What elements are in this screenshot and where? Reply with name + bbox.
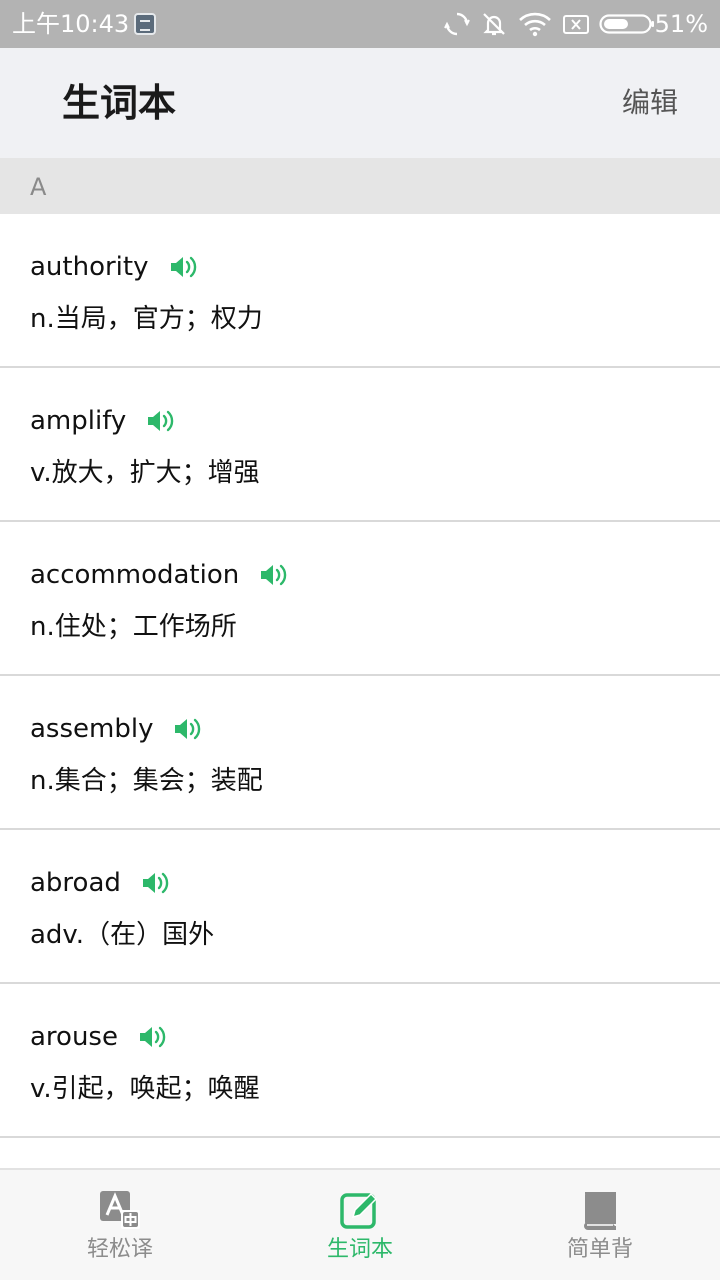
meaning-text: v.放大，扩大；增强 <box>30 458 260 488</box>
book-icon <box>584 1192 616 1230</box>
nav-label: 轻松译 <box>86 1237 153 1262</box>
list-item[interactable]: accommodation n.住处；工作场所 <box>0 522 720 676</box>
sync-icon <box>444 12 470 36</box>
word-row: authority <box>30 250 199 284</box>
notification-icon <box>134 13 156 35</box>
page-title: 生词本 <box>62 81 177 125</box>
status-time: 上午10:43 <box>12 10 130 38</box>
speaker-icon[interactable] <box>259 561 289 589</box>
meaning-text: n.当局，官方；权力 <box>30 304 263 334</box>
word-text: assembly <box>30 714 154 744</box>
word-text: abroad <box>30 868 121 898</box>
word-row: amplify <box>30 404 176 438</box>
mute-icon <box>483 13 505 36</box>
meaning-text: n.集合；集会；装配 <box>30 766 263 796</box>
battery-percent: 51% <box>654 10 708 38</box>
section-letter: A <box>30 173 47 201</box>
word-row: accommodation <box>30 558 289 592</box>
word-text: arouse <box>30 1022 118 1052</box>
word-text: amplify <box>30 406 127 436</box>
word-row: assembly <box>30 712 203 746</box>
speaker-icon[interactable] <box>146 407 176 435</box>
speaker-icon[interactable] <box>141 869 171 897</box>
word-text: accommodation <box>30 560 240 590</box>
nav-label: 简单背 <box>566 1237 633 1262</box>
edit-button[interactable]: 编辑 <box>622 86 678 120</box>
nav-label: 生词本 <box>326 1237 393 1262</box>
no-sim-icon <box>563 15 589 34</box>
word-row: abroad <box>30 866 171 900</box>
nav-item-vocabulary[interactable]: 生词本 <box>240 1170 480 1280</box>
edit-note-icon <box>340 1192 378 1229</box>
list-item[interactable]: arouse v.引起，唤起；唤醒 <box>0 984 720 1138</box>
list-item[interactable]: amplify v.放大，扩大；增强 <box>0 368 720 522</box>
section-header: A <box>0 158 720 214</box>
speaker-icon[interactable] <box>169 253 199 281</box>
speaker-icon[interactable] <box>138 1023 168 1051</box>
app-header: 生词本 编辑 <box>0 48 720 158</box>
meaning-text: v.引起，唤起；唤醒 <box>30 1074 260 1104</box>
nav-item-translate[interactable]: 轻松译 <box>0 1170 240 1280</box>
speaker-icon[interactable] <box>173 715 203 743</box>
meaning-text: n.住处；工作场所 <box>30 612 237 642</box>
meaning-text: adv.（在）国外 <box>30 920 215 950</box>
nav-item-memorize[interactable]: 简单背 <box>480 1170 720 1280</box>
list-item[interactable]: assembly n.集合；集会；装配 <box>0 676 720 830</box>
list-item[interactable]: abroad adv.（在）国外 <box>0 830 720 984</box>
wifi-icon <box>519 12 551 37</box>
word-text: authority <box>30 252 149 282</box>
list-item[interactable]: authority n.当局，官方；权力 <box>0 214 720 368</box>
translate-icon <box>100 1191 140 1229</box>
battery-icon <box>599 14 654 34</box>
status-bar: 上午10:43 51% <box>0 0 720 48</box>
word-row: arouse <box>30 1020 168 1054</box>
bottom-nav: 轻松译 生词本 简单背 <box>0 1168 720 1280</box>
word-list: authority n.当局，官方；权力 amplify v.放大，扩大；增强 … <box>0 214 720 1138</box>
